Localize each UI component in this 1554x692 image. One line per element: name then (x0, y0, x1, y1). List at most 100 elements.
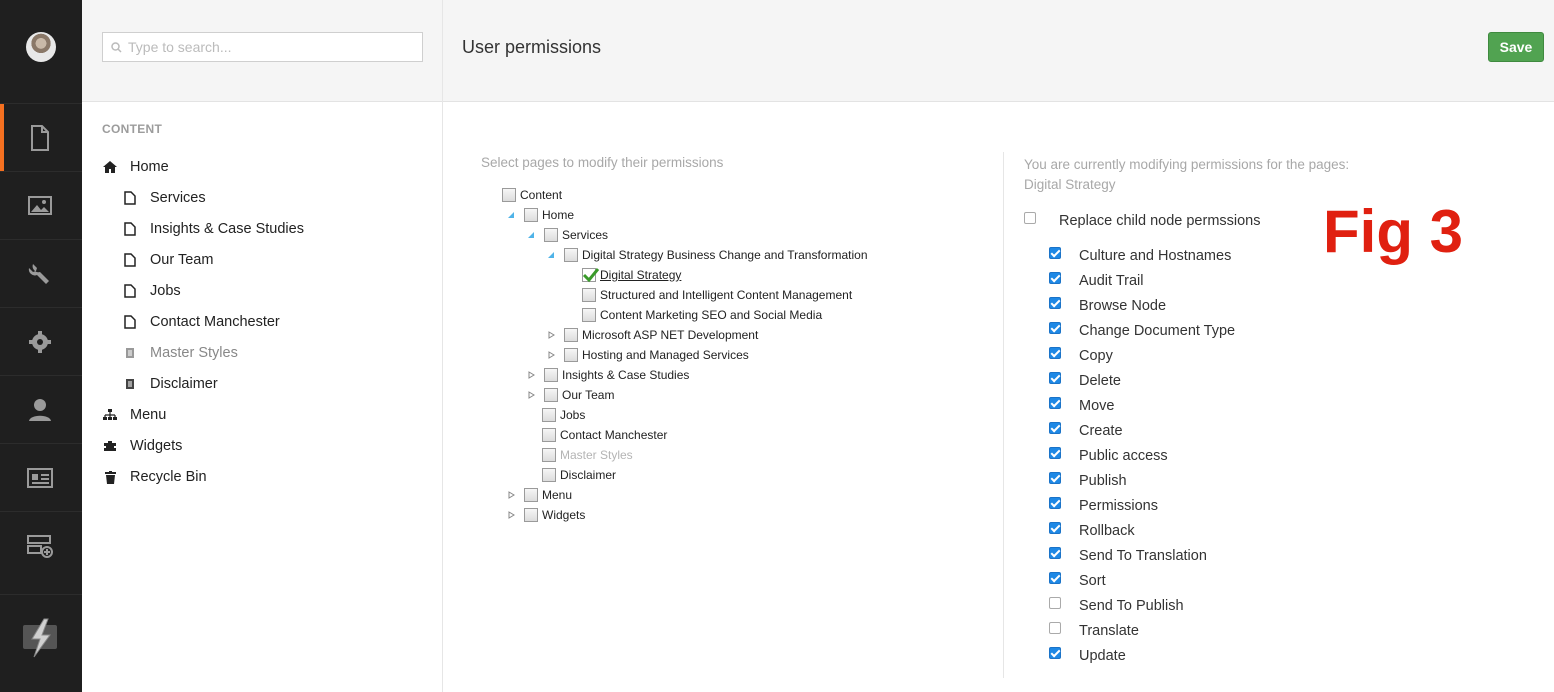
permission-row[interactable]: Publish (1049, 472, 1127, 489)
tree-item-services[interactable]: Services (122, 190, 206, 206)
permission-checkbox[interactable] (1049, 597, 1061, 609)
tree-item-insights[interactable]: Insights & Case Studies (122, 221, 304, 237)
permission-row[interactable]: Audit Trail (1049, 272, 1143, 289)
permission-row[interactable]: Translate (1049, 622, 1139, 639)
tree-item-our-team[interactable]: Our Team (122, 252, 213, 268)
permission-checkbox[interactable] (1049, 622, 1061, 634)
section-developer[interactable] (0, 307, 82, 375)
tree-item-disclaimer[interactable]: Disclaimer (122, 376, 218, 392)
expand-icon[interactable] (506, 490, 516, 500)
collapse-icon[interactable] (546, 250, 556, 260)
picker-checkbox[interactable] (544, 388, 558, 402)
picker-checkbox[interactable] (564, 328, 578, 342)
picker-node-widgets[interactable]: Widgets (506, 506, 585, 524)
picker-node-our-team[interactable]: Our Team (526, 386, 614, 404)
section-members[interactable] (0, 443, 82, 511)
permission-checkbox[interactable] (1049, 322, 1061, 334)
search-input[interactable] (128, 39, 408, 55)
permission-checkbox[interactable] (1049, 272, 1061, 284)
section-content[interactable] (0, 103, 82, 172)
picker-node-digital-strategy[interactable]: Digital Strategy (582, 266, 681, 284)
save-button[interactable]: Save (1488, 32, 1544, 62)
permission-checkbox[interactable] (1049, 647, 1061, 659)
picker-checkbox[interactable] (502, 188, 516, 202)
picker-checkbox[interactable] (564, 348, 578, 362)
permission-row[interactable]: Change Document Type (1049, 322, 1235, 339)
help-section[interactable] (0, 594, 82, 692)
picker-node-content-marketing[interactable]: Content Marketing SEO and Social Media (582, 306, 822, 324)
permission-row[interactable]: Culture and Hostnames (1049, 247, 1231, 264)
expand-icon[interactable] (546, 350, 556, 360)
expand-icon[interactable] (546, 330, 556, 340)
permission-checkbox[interactable] (1049, 472, 1061, 484)
permission-row[interactable]: Browse Node (1049, 297, 1166, 314)
picker-node-microsoft-asp[interactable]: Microsoft ASP NET Development (546, 326, 758, 344)
picker-checkbox[interactable] (524, 208, 538, 222)
picker-checkbox[interactable] (524, 488, 538, 502)
section-settings[interactable] (0, 239, 82, 307)
expand-icon[interactable] (526, 370, 536, 380)
permission-checkbox[interactable] (1049, 297, 1061, 309)
tree-item-home[interactable]: Home (102, 159, 169, 175)
section-forms[interactable] (0, 511, 82, 579)
picker-checkbox[interactable] (544, 368, 558, 382)
user-avatar[interactable] (26, 32, 56, 62)
picker-checkbox[interactable] (542, 428, 556, 442)
replace-child-toggle[interactable]: Replace child node permssions (1024, 212, 1261, 229)
picker-checkbox[interactable] (582, 308, 596, 322)
picker-checkbox[interactable] (564, 248, 578, 262)
picker-checkbox[interactable] (542, 468, 556, 482)
permission-row[interactable]: Send To Translation (1049, 547, 1207, 564)
picker-node-jobs[interactable]: Jobs (542, 406, 585, 424)
permission-row[interactable]: Move (1049, 397, 1114, 414)
picker-checkbox[interactable] (544, 228, 558, 242)
collapse-icon[interactable] (506, 210, 516, 220)
picker-node-content[interactable]: Content (502, 186, 562, 204)
picker-node-home[interactable]: Home (506, 206, 574, 224)
picker-node-menu[interactable]: Menu (506, 486, 572, 504)
replace-child-checkbox[interactable] (1024, 212, 1036, 224)
tree-item-widgets[interactable]: Widgets (102, 438, 182, 454)
permission-checkbox[interactable] (1049, 422, 1061, 434)
picker-checkbox-checked[interactable] (582, 268, 600, 283)
picker-node-services[interactable]: Services (526, 226, 608, 244)
permission-row[interactable]: Sort (1049, 572, 1106, 589)
permission-row[interactable]: Permissions (1049, 497, 1158, 514)
search-box[interactable] (102, 32, 423, 62)
permission-checkbox[interactable] (1049, 397, 1061, 409)
permission-checkbox[interactable] (1049, 547, 1061, 559)
tree-item-menu[interactable]: Menu (102, 407, 166, 423)
picker-node-master-styles[interactable]: Master Styles (542, 446, 633, 464)
permission-row[interactable]: Send To Publish (1049, 597, 1184, 614)
collapse-icon[interactable] (526, 230, 536, 240)
permission-row[interactable]: Rollback (1049, 522, 1135, 539)
tree-item-contact-manchester[interactable]: Contact Manchester (122, 314, 280, 330)
permission-row[interactable]: Create (1049, 422, 1123, 439)
permission-checkbox[interactable] (1049, 497, 1061, 509)
picker-node-hosting[interactable]: Hosting and Managed Services (546, 346, 749, 364)
permission-checkbox[interactable] (1049, 572, 1061, 584)
tree-item-recycle-bin[interactable]: Recycle Bin (102, 469, 207, 485)
tree-item-jobs[interactable]: Jobs (122, 283, 181, 299)
picker-node-insights[interactable]: Insights & Case Studies (526, 366, 689, 384)
section-media[interactable] (0, 171, 82, 239)
permission-checkbox[interactable] (1049, 347, 1061, 359)
picker-checkbox[interactable] (582, 288, 596, 302)
expand-icon[interactable] (526, 390, 536, 400)
permission-row[interactable]: Copy (1049, 347, 1113, 364)
tree-item-master-styles[interactable]: Master Styles (122, 345, 238, 361)
section-users[interactable] (0, 375, 82, 443)
expand-icon[interactable] (506, 510, 516, 520)
permission-checkbox[interactable] (1049, 247, 1061, 259)
permission-checkbox[interactable] (1049, 447, 1061, 459)
picker-checkbox[interactable] (542, 408, 556, 422)
picker-checkbox[interactable] (524, 508, 538, 522)
permission-checkbox[interactable] (1049, 522, 1061, 534)
picker-node-disclaimer[interactable]: Disclaimer (542, 466, 616, 484)
permission-row[interactable]: Delete (1049, 372, 1121, 389)
picker-node-contact-manchester[interactable]: Contact Manchester (542, 426, 667, 444)
permission-row[interactable]: Public access (1049, 447, 1168, 464)
permission-checkbox[interactable] (1049, 372, 1061, 384)
permission-row[interactable]: Update (1049, 647, 1126, 664)
picker-node-structured-content[interactable]: Structured and Intelligent Content Manag… (582, 286, 852, 304)
